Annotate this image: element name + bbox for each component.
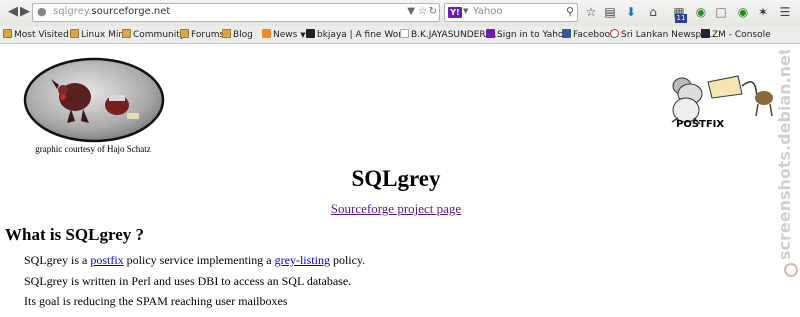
bookmark-most-visited[interactable]: Most Visited ▼ bbox=[3, 29, 77, 41]
sourceforge-link-row: Sourceforge project page bbox=[0, 201, 792, 217]
page-icon bbox=[400, 29, 409, 38]
grey-listing-link[interactable]: grey-listing bbox=[275, 253, 330, 267]
bookmark-label: Most Visited bbox=[14, 30, 69, 40]
bookmark-sri-lankan-newspapers[interactable]: Sri Lankan Newspa... bbox=[610, 29, 715, 41]
sqlgrey-logo-image bbox=[23, 57, 165, 143]
browser-navbar: ◀ ▶ ● sqlgrey.sourceforge.net ▼ ☆ ↻ Y! ▼… bbox=[0, 0, 800, 27]
bookmark-label: Blog bbox=[233, 30, 253, 40]
page-title: SQLgrey bbox=[351, 166, 441, 191]
paragraph-intro: SQLgrey is a postfix policy service impl… bbox=[24, 253, 365, 268]
bookmark-star-icon[interactable]: ☆ bbox=[584, 5, 598, 19]
addon-star-icon[interactable]: ✶ bbox=[756, 5, 770, 19]
engine-dropdown-icon[interactable]: ▼ bbox=[463, 7, 468, 15]
postfix-link[interactable]: postfix bbox=[90, 253, 123, 267]
menu-icon[interactable]: ☰ bbox=[778, 5, 792, 19]
sourceforge-project-link[interactable]: Sourceforge project page bbox=[331, 201, 461, 216]
bookmark-news[interactable]: News ▼ bbox=[262, 29, 306, 41]
image-credit: graphic courtesy of Hajo Schatz bbox=[35, 144, 151, 154]
bookmark-label: Facebook bbox=[573, 30, 616, 40]
yahoo-icon bbox=[486, 29, 495, 38]
bookmark-linux-mint[interactable]: Linux Mint bbox=[70, 29, 128, 41]
forward-icon[interactable]: ▶ bbox=[17, 4, 33, 20]
what-is-heading: What is SQLgrey ? bbox=[5, 225, 145, 244]
bookmark-forums[interactable]: Forums bbox=[180, 29, 224, 41]
search-bar[interactable]: Y! ▼ Yahoo ⚲ bbox=[444, 3, 578, 22]
url-text[interactable]: sqlgrey.sourceforge.net bbox=[53, 6, 170, 17]
intro-text: SQLgrey is a bbox=[24, 253, 91, 267]
bookmark-label: Sign in to Yahoo bbox=[497, 30, 569, 40]
site-icon bbox=[306, 29, 315, 38]
bookmark-yahoo-signin[interactable]: Sign in to Yahoo bbox=[486, 29, 569, 41]
postfix-label: POSTFIX bbox=[676, 119, 725, 130]
folder-icon bbox=[222, 29, 231, 38]
search-icon[interactable]: ⚲ bbox=[566, 5, 574, 18]
addon-green-icon[interactable]: ◉ bbox=[694, 5, 708, 19]
rss-icon bbox=[262, 29, 271, 38]
yahoo-icon[interactable]: Y! bbox=[448, 7, 462, 18]
addon-gray-icon[interactable]: □ bbox=[714, 5, 728, 19]
home-icon[interactable]: ⌂ bbox=[646, 5, 660, 19]
paragraph-perl: SQLgrey is written in Perl and uses DBI … bbox=[24, 274, 352, 288]
bookmark-label: News bbox=[273, 30, 298, 40]
site-icon bbox=[610, 29, 619, 38]
download-icon[interactable]: ⬇ bbox=[624, 5, 638, 19]
globe-icon: ● bbox=[37, 5, 47, 18]
bookmarks-bar: Most Visited ▼ Linux Mint Community Foru… bbox=[0, 26, 800, 44]
watermark-logo-icon bbox=[784, 263, 798, 277]
page-content: graphic courtesy of Hajo Schatz POSTFIX … bbox=[0, 44, 800, 317]
facebook-icon bbox=[562, 29, 571, 38]
intro-text: policy service implementing a bbox=[123, 253, 275, 267]
folder-icon bbox=[122, 29, 131, 38]
folder-icon bbox=[70, 29, 79, 38]
bookmark-label: Linux Mint bbox=[81, 30, 128, 40]
watermark-text: screenshots.debian.net bbox=[775, 50, 794, 260]
intro-text: policy. bbox=[329, 253, 366, 267]
notification-badge: 11 bbox=[675, 14, 687, 23]
url-domain: sourceforge.net bbox=[91, 6, 171, 17]
chevron-down-icon: ▼ bbox=[300, 31, 306, 39]
bookmark-community[interactable]: Community bbox=[122, 29, 185, 41]
zm-icon bbox=[701, 29, 710, 38]
bookmark-facebook[interactable]: Facebook bbox=[562, 29, 615, 41]
bookmark-label: ZM - Console bbox=[712, 30, 771, 40]
bookmark-zm-console[interactable]: ZM - Console bbox=[701, 29, 771, 41]
bookmark-label: Forums bbox=[191, 30, 225, 40]
reload-icon[interactable]: ↻ bbox=[429, 6, 437, 17]
bookmark-label: Community bbox=[133, 30, 186, 40]
star-icon[interactable]: ☆ bbox=[418, 6, 427, 17]
watermark: screenshots.debian.net bbox=[775, 50, 798, 277]
bookmark-bkjaya[interactable]: bkjaya | A fine Wor... bbox=[306, 29, 410, 41]
search-placeholder: Yahoo bbox=[473, 6, 503, 17]
folder-icon bbox=[180, 29, 189, 38]
addon-b-icon[interactable]: ◉ bbox=[736, 5, 750, 19]
paragraph-goal: Its goal is reducing the SPAM reaching u… bbox=[24, 294, 288, 308]
bookmark-label: bkjaya | A fine Wor... bbox=[317, 30, 410, 40]
url-host: sqlgrey. bbox=[53, 6, 92, 17]
reading-list-icon[interactable]: ▤ bbox=[603, 5, 617, 19]
folder-icon bbox=[3, 29, 12, 38]
dropdown-arrow-icon[interactable]: ▼ bbox=[407, 6, 415, 17]
url-bar[interactable]: ● sqlgrey.sourceforge.net ▼ ☆ ↻ bbox=[32, 3, 440, 22]
bookmark-blog[interactable]: Blog bbox=[222, 29, 253, 41]
